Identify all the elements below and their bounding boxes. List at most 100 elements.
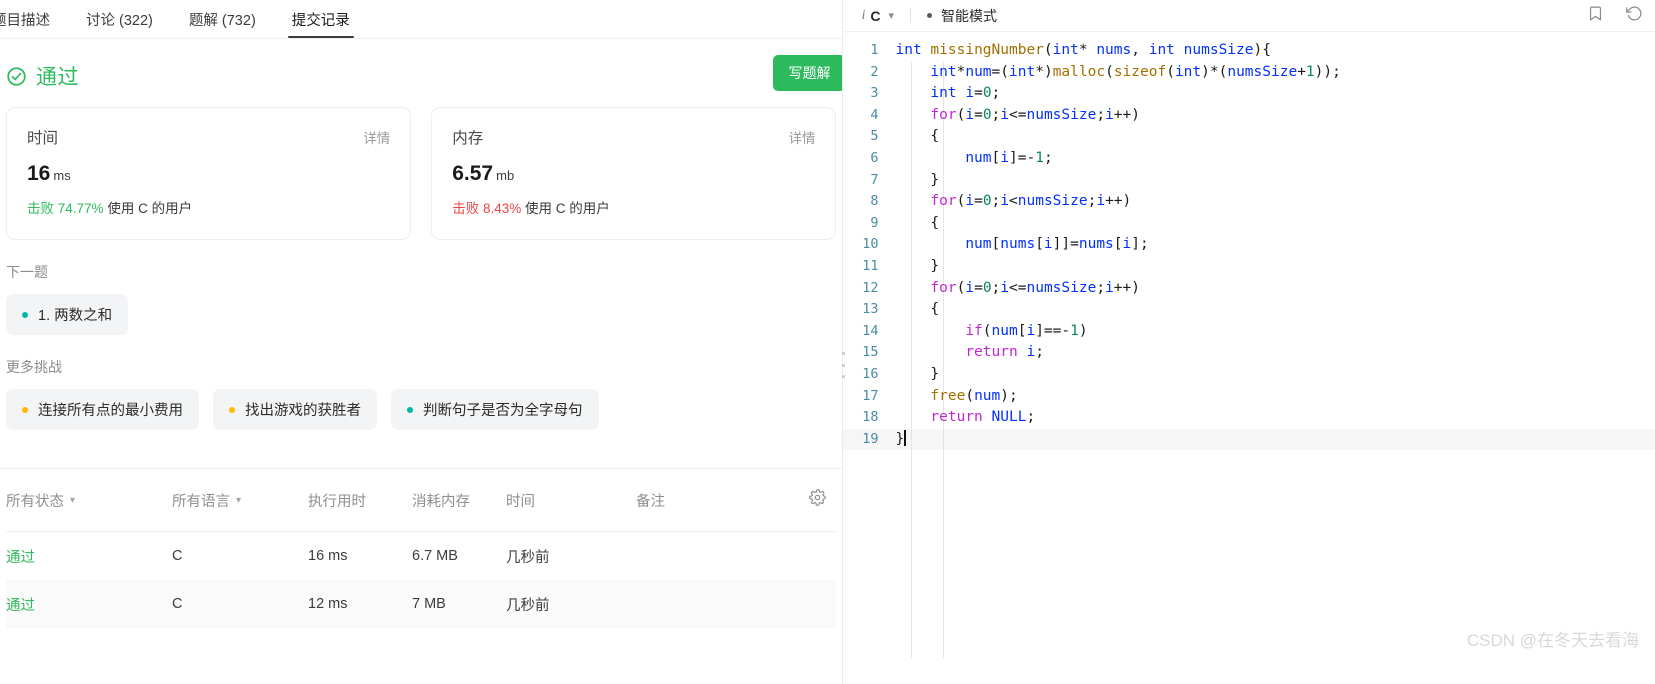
line-number: 2	[870, 63, 879, 80]
runtime-beat-row: 击败 74.77% 使用 C 的用户	[27, 197, 390, 217]
pane-resize-handle[interactable]	[841, 352, 845, 378]
submission-status-link[interactable]: 通过	[6, 550, 35, 566]
code-text: {	[895, 126, 939, 148]
more-challenges-label: 更多挑战	[6, 359, 62, 375]
code-token: 0	[982, 193, 992, 210]
tab-solutions[interactable]: 题解 (732)	[171, 0, 274, 38]
table-row[interactable]: 通过 C 12 ms 7 MB 几秒前	[6, 580, 837, 628]
memory-value-row: 6.57 mb	[452, 162, 815, 186]
line-number: 15	[862, 344, 879, 361]
code-token: i	[1105, 106, 1114, 123]
code-text: for(i=0;i<=numsSize;i++)	[895, 105, 1140, 127]
code-token: }	[895, 171, 940, 188]
next-problem-chip[interactable]: 1. 两数之和	[6, 294, 129, 335]
memory-card: 内存 详情 6.57 mb 击败 8.43% 使用 C 的用户	[431, 107, 837, 240]
line-number: 11	[862, 257, 879, 274]
handle-dot	[841, 352, 845, 355]
runtime-unit: ms	[53, 168, 71, 183]
header-divider	[910, 8, 912, 23]
code-token: for	[930, 193, 957, 210]
code-token: int	[895, 42, 922, 58]
code-token: *	[1078, 42, 1097, 58]
code-token: malloc	[1052, 63, 1106, 80]
line-number: 17	[862, 387, 879, 404]
cell-status: 通过	[6, 594, 172, 615]
code-token: ;	[991, 279, 1001, 296]
language-selector[interactable]: i C ▾	[861, 8, 894, 24]
code-token: nums	[1078, 236, 1114, 253]
memory-detail-link[interactable]: 详情	[788, 127, 815, 147]
code-text: }	[895, 364, 939, 386]
write-solution-button[interactable]: 写题解	[773, 55, 843, 91]
code-token: numsSize	[1227, 63, 1298, 80]
header-filter-language[interactable]: 所有语言 ▾	[172, 490, 308, 511]
code-token: 0	[982, 106, 992, 123]
code-token: ]]=	[1052, 236, 1079, 253]
left-body: 通过 写题解 时间 详情 16 ms 击败 74.77% 使用 C 的用户 内存…	[0, 39, 843, 684]
header-filter-status[interactable]: 所有状态 ▾	[6, 490, 172, 511]
code-token: i	[1122, 236, 1132, 253]
challenge-chip-2[interactable]: 找出游戏的获胜者	[213, 389, 377, 430]
table-row[interactable]: 通过 C 16 ms 6.7 MB 几秒前	[6, 532, 836, 580]
code-token: (	[1105, 63, 1114, 80]
bookmark-icon[interactable]	[1587, 5, 1604, 27]
code-token: <	[1009, 193, 1018, 210]
code-line: 14 if(num[i]==-1)	[843, 321, 1655, 343]
code-token: int	[1009, 63, 1036, 80]
code-token: 0	[982, 279, 992, 296]
chip-label: 判断句子是否为全字母句	[423, 403, 583, 419]
metric-cards: 时间 详情 16 ms 击败 74.77% 使用 C 的用户 内存 详情 6.5…	[0, 91, 842, 240]
code-line: 3 int i=0;	[843, 83, 1655, 105]
tab-problem-description[interactable]: 题目描述	[0, 0, 68, 38]
code-token: )*(	[1201, 63, 1228, 80]
code-token: nums	[1096, 42, 1132, 58]
code-token: [	[991, 236, 1001, 253]
code-token: (	[982, 322, 992, 339]
tab-submissions[interactable]: 提交记录	[274, 0, 368, 38]
code-token: 0	[982, 85, 992, 102]
left-pane: 题目描述 讨论 (322) 题解 (732) 提交记录 通过 写题解	[0, 0, 844, 684]
code-token: int	[1052, 42, 1079, 58]
code-token: num	[965, 236, 992, 253]
challenge-chip-3[interactable]: 判断句子是否为全字母句	[391, 389, 599, 430]
code-token: int	[1174, 63, 1202, 80]
line-number: 9	[870, 214, 879, 231]
code-line: 8 for(i=0;i<numsSize;i++)	[843, 191, 1655, 213]
code-token: missingNumber	[930, 42, 1044, 58]
line-number: 18	[862, 409, 879, 426]
tab-label: 讨论 (322)	[86, 12, 153, 29]
submission-status-link[interactable]: 通过	[6, 598, 35, 614]
runtime-detail-link[interactable]: 详情	[363, 127, 390, 147]
code-token: =	[974, 279, 983, 296]
gear-icon[interactable]	[809, 489, 827, 511]
code-text: return i;	[895, 342, 1044, 364]
code-token: ;	[991, 85, 1001, 102]
runtime-value: 16	[27, 162, 51, 185]
code-token: i	[965, 193, 975, 210]
more-challenges-chips: 连接所有点的最小费用 找出游戏的获胜者 判断句子是否为全字母句	[0, 377, 842, 430]
submissions-table: 所有状态 ▾ 所有语言 ▾ 执行用时 消耗内存 时间 备注 通过 C 16 ms…	[0, 469, 842, 628]
difficulty-dot-icon	[22, 406, 28, 413]
status-badge: 通过	[36, 66, 79, 89]
code-token: i	[1096, 193, 1106, 210]
difficulty-dot-icon	[229, 406, 235, 413]
tab-label: 提交记录	[291, 12, 350, 29]
reset-icon[interactable]	[1626, 5, 1643, 27]
line-number: 5	[870, 128, 879, 145]
next-problem-chips: 1. 两数之和	[0, 282, 842, 335]
code-token: numsSize	[1026, 279, 1097, 296]
challenge-chip-1[interactable]: 连接所有点的最小费用	[6, 389, 199, 430]
code-token: ]=-	[1009, 149, 1036, 166]
code-token: *)	[1035, 63, 1053, 80]
code-line: 13 {	[843, 299, 1655, 321]
code-line: 15 return i;	[843, 342, 1655, 364]
code-line: 17 free(num);	[843, 386, 1655, 408]
memory-card-header: 内存 详情	[452, 126, 815, 148]
code-token: 1	[1035, 149, 1044, 166]
code-content[interactable]: 1 int missingNumber(int* nums, int numsSi…	[843, 32, 1655, 684]
tab-discussion[interactable]: 讨论 (322)	[68, 0, 171, 38]
code-token: [	[991, 149, 1001, 166]
smart-mode-toggle[interactable]: 智能模式	[927, 6, 997, 26]
